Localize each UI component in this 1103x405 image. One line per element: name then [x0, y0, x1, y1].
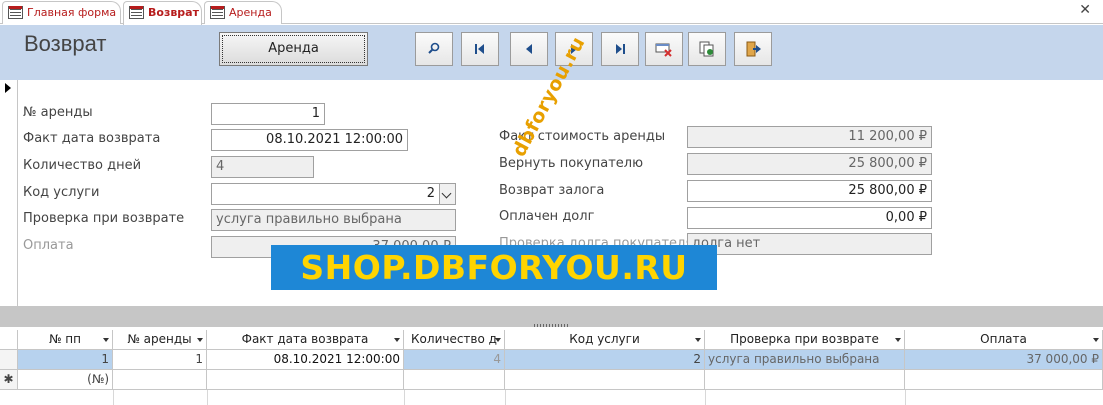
table-cell[interactable]: 37 000,00 ₽ [905, 350, 1103, 370]
label-service-code: Код услуги [23, 185, 100, 200]
form-icon [210, 6, 225, 19]
label-deposit-return: Возврат залога [499, 183, 605, 198]
table-cell[interactable]: 1 [18, 350, 113, 370]
chevron-down-icon[interactable] [495, 338, 501, 342]
column-header-service-code[interactable]: Код услуги [505, 330, 705, 350]
label-return-to-customer: Вернуть покупателю [499, 156, 644, 171]
label-debt-paid: Оплачен долг [499, 209, 595, 224]
rental-number-field[interactable]: 1 [211, 103, 325, 125]
table-cell[interactable] [404, 370, 505, 390]
chevron-down-icon[interactable] [103, 338, 109, 342]
table-cell[interactable]: 1 [113, 350, 207, 370]
table-cell[interactable]: 08.10.2021 12:00:00 [207, 350, 404, 370]
first-record-button[interactable] [461, 32, 499, 66]
return-to-customer-field[interactable]: 25 800,00 ₽ [687, 153, 932, 175]
debt-check-field[interactable]: долга нет [687, 233, 932, 255]
document-tabs: Главная форма Возврат Аренда ✕ [0, 0, 1103, 25]
grid-line [505, 390, 506, 405]
grid-line [113, 390, 114, 405]
copy-record-icon [699, 41, 714, 57]
actual-return-date-field[interactable]: 08.10.2021 12:00:00 [211, 129, 408, 151]
copy-record-button[interactable] [688, 32, 726, 66]
form-icon [129, 6, 144, 19]
column-header-rental-number[interactable]: № аренды [113, 330, 207, 350]
delete-record-icon [655, 43, 672, 57]
arenda-button[interactable]: Аренда [219, 32, 368, 66]
datasheet: № пп № аренды Факт дата возврата Количес… [0, 330, 1103, 405]
select-all-corner[interactable] [0, 330, 18, 350]
tab-label: Аренда [229, 6, 272, 19]
tab-vozvrat[interactable]: Возврат [123, 1, 202, 25]
label-days-count: Количество дней [23, 158, 142, 173]
tab-arenda[interactable]: Аренда [204, 1, 282, 24]
actual-rental-cost-field[interactable]: 11 200,00 ₽ [687, 126, 932, 148]
exit-icon [746, 41, 761, 57]
chevron-down-icon[interactable] [1093, 338, 1099, 342]
table-cell[interactable]: 4 [404, 350, 505, 370]
form-icon [8, 6, 23, 19]
record-selector[interactable] [0, 80, 18, 306]
delete-record-button[interactable] [645, 32, 683, 66]
page-title: Возврат [24, 31, 107, 56]
column-header-payment[interactable]: Оплата [905, 330, 1103, 350]
close-icon[interactable]: ✕ [1079, 2, 1091, 18]
debt-paid-field[interactable]: 0,00 ₽ [687, 207, 932, 229]
exit-button[interactable] [734, 32, 772, 66]
chevron-down-icon[interactable] [394, 338, 400, 342]
chevron-down-icon[interactable] [439, 184, 455, 204]
grid-line [905, 390, 906, 405]
new-record-icon[interactable]: ✱ [0, 370, 18, 390]
last-record-button[interactable] [601, 32, 639, 66]
previous-record-icon [526, 44, 532, 54]
chevron-down-icon[interactable] [695, 338, 701, 342]
table-cell[interactable]: 2 [505, 350, 705, 370]
label-rental-number: № аренды [23, 105, 93, 120]
table-cell[interactable] [905, 370, 1103, 390]
table-cell[interactable] [505, 370, 705, 390]
service-code-value: 2 [426, 186, 435, 201]
label-payment: Оплата [23, 238, 74, 253]
row-selector[interactable] [0, 350, 18, 370]
tab-label: Главная форма [27, 6, 117, 19]
service-code-combo[interactable]: 2 [211, 183, 456, 205]
shop-banner: SHOP.DBFORYOU.RU [271, 245, 717, 290]
grid-line [705, 390, 706, 405]
column-header-return-check[interactable]: Проверка при возврате [705, 330, 905, 350]
label-actual-return-date: Факт дата возврата [23, 131, 161, 146]
table-cell[interactable] [207, 370, 404, 390]
return-check-field[interactable]: услуга правильно выбрана [211, 209, 456, 231]
splitter-grip-icon[interactable] [534, 324, 568, 327]
table-cell[interactable]: услуга правильно выбрана [705, 350, 905, 370]
grid-line [207, 390, 208, 405]
column-header-return-date[interactable]: Факт дата возврата [207, 330, 404, 350]
tab-main-form[interactable]: Главная форма [2, 1, 121, 24]
chevron-down-icon[interactable] [895, 338, 901, 342]
search-icon [428, 42, 440, 54]
last-record-icon [616, 44, 625, 54]
label-return-check: Проверка при возврате [23, 211, 185, 226]
grid-line [404, 390, 405, 405]
table-cell[interactable] [705, 370, 905, 390]
column-header-days[interactable]: Количество д [404, 330, 505, 350]
form-splitter[interactable] [0, 306, 1103, 327]
search-button[interactable] [415, 32, 453, 66]
chevron-down-icon[interactable] [197, 338, 203, 342]
first-record-icon [475, 44, 484, 54]
previous-record-button[interactable] [510, 32, 548, 66]
current-record-icon [5, 83, 11, 93]
deposit-return-field[interactable]: 25 800,00 ₽ [687, 180, 932, 202]
table-cell[interactable] [113, 370, 207, 390]
days-count-field[interactable]: 4 [211, 156, 314, 178]
column-header-pp[interactable]: № пп [18, 330, 113, 350]
tab-label: Возврат [148, 6, 199, 19]
new-row-id[interactable]: (№) [18, 370, 113, 390]
